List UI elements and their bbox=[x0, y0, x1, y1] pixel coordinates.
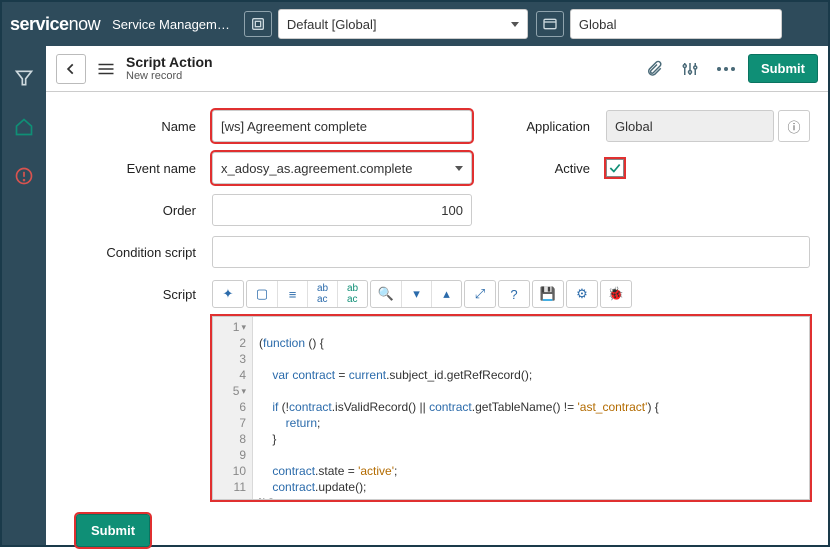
chevron-down-icon bbox=[511, 22, 519, 27]
condition-field[interactable] bbox=[212, 236, 810, 268]
content-area: Script Action New record Submit Name [ws… bbox=[46, 46, 828, 545]
app-scope-picker[interactable]: Global bbox=[570, 9, 782, 39]
toggle-tree-icon[interactable]: ⚙ bbox=[567, 281, 597, 307]
search-up-icon[interactable]: ▴ bbox=[431, 281, 461, 307]
logo-suffix: now bbox=[69, 14, 101, 34]
more-actions-button[interactable] bbox=[712, 55, 740, 83]
active-label: Active bbox=[486, 161, 606, 176]
help-icon[interactable]: ? bbox=[499, 281, 529, 307]
format-icon[interactable]: ≡ bbox=[277, 281, 307, 307]
settings-button[interactable] bbox=[676, 55, 704, 83]
name-field[interactable]: [ws] Agreement complete bbox=[212, 110, 472, 142]
filter-icon[interactable] bbox=[14, 68, 34, 93]
condition-label: Condition script bbox=[56, 245, 212, 260]
header-titles: Script Action New record bbox=[126, 55, 213, 82]
editor-gutter: 1▾2345▾67891011 bbox=[213, 317, 253, 499]
fullscreen-icon[interactable]: ⤢ bbox=[465, 281, 495, 307]
form-body: Name [ws] Agreement complete Application… bbox=[46, 92, 828, 557]
update-set-picker-group: Default [Global] bbox=[244, 9, 528, 39]
app-scope-value: Global bbox=[579, 17, 617, 32]
form-header: Script Action New record Submit bbox=[46, 46, 828, 92]
script-editor[interactable]: 1▾2345▾67891011 (function () { var contr… bbox=[212, 316, 810, 500]
script-toolbar: ✦ ▢ ≡ abac abac 🔍 ▾ ▴ ⤢ ? bbox=[212, 278, 632, 310]
order-value: 100 bbox=[441, 203, 463, 218]
home-icon[interactable] bbox=[14, 117, 34, 142]
top-banner: servicenow Service Managem… Default [Glo… bbox=[2, 2, 828, 46]
order-label: Order bbox=[56, 203, 212, 218]
back-button[interactable] bbox=[56, 54, 86, 84]
comment-icon[interactable]: ▢ bbox=[247, 281, 277, 307]
app-scope-icon[interactable] bbox=[536, 11, 564, 37]
update-set-picker[interactable]: Default [Global] bbox=[278, 9, 528, 39]
event-value: x_adosy_as.agreement.complete bbox=[221, 161, 413, 176]
app-title: Service Managem… bbox=[112, 17, 230, 32]
form-subtitle: New record bbox=[126, 70, 213, 82]
application-label: Application bbox=[486, 119, 606, 134]
event-field[interactable]: x_adosy_as.agreement.complete bbox=[212, 152, 472, 184]
form-footer: Submit bbox=[56, 500, 810, 547]
application-field: Global bbox=[606, 110, 774, 142]
logo: servicenow bbox=[10, 14, 100, 35]
app-info-icon[interactable]: ⓘ bbox=[778, 110, 810, 142]
replace-icon[interactable]: abac bbox=[307, 281, 337, 307]
left-rail bbox=[2, 46, 46, 545]
submit-button-top[interactable]: Submit bbox=[748, 54, 818, 83]
script-hint-icon[interactable]: ✦ bbox=[213, 281, 243, 307]
context-menu-icon[interactable] bbox=[94, 54, 118, 84]
event-label: Event name bbox=[56, 161, 212, 176]
update-set-icon[interactable] bbox=[244, 11, 272, 37]
app-picker-group: Global bbox=[536, 9, 782, 39]
debug-icon[interactable]: 🐞 bbox=[601, 281, 631, 307]
chevron-down-icon bbox=[455, 166, 463, 171]
replace-all-icon[interactable]: abac bbox=[337, 281, 367, 307]
form-title: Script Action bbox=[126, 55, 213, 70]
name-value: [ws] Agreement complete bbox=[221, 119, 367, 134]
editor-code[interactable]: (function () { var contract = current.su… bbox=[253, 317, 809, 499]
name-label: Name bbox=[56, 119, 212, 134]
update-set-value: Default [Global] bbox=[287, 17, 377, 32]
order-field[interactable]: 100 bbox=[212, 194, 472, 226]
logo-text: service bbox=[10, 14, 69, 34]
active-checkbox[interactable] bbox=[606, 159, 624, 177]
search-down-icon[interactable]: ▾ bbox=[401, 281, 431, 307]
alert-icon[interactable] bbox=[14, 166, 34, 191]
search-icon[interactable]: 🔍 bbox=[371, 281, 401, 307]
save-icon[interactable]: 💾 bbox=[533, 281, 563, 307]
script-label: Script bbox=[56, 287, 212, 302]
submit-button-bottom[interactable]: Submit bbox=[76, 514, 150, 547]
attachment-button[interactable] bbox=[640, 55, 668, 83]
application-value: Global bbox=[615, 119, 653, 134]
